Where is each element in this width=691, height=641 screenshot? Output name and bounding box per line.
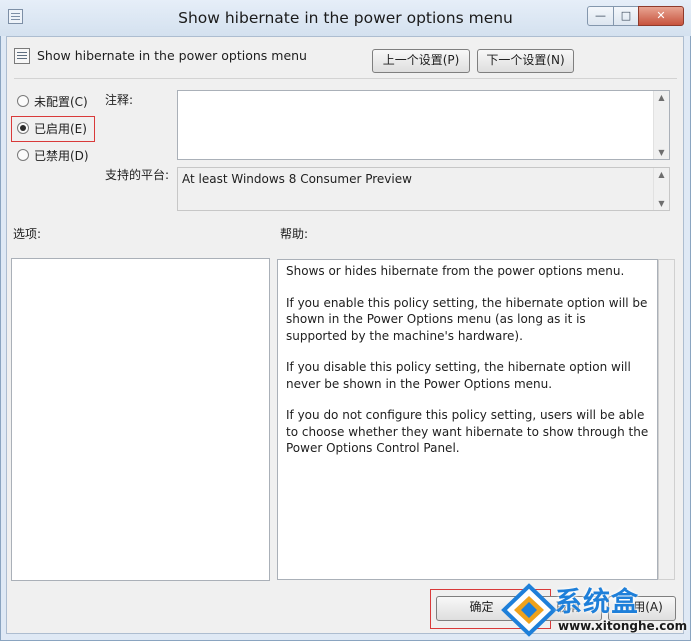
scroll-up-arrow-icon[interactable]: ▲ bbox=[654, 170, 669, 179]
radio-label: 未配置(C) bbox=[34, 94, 88, 109]
help-scrollbar[interactable] bbox=[658, 259, 675, 580]
radio-disabled[interactable]: 已禁用(D) bbox=[17, 145, 89, 165]
radio-button[interactable] bbox=[17, 149, 29, 161]
options-panel bbox=[11, 258, 270, 581]
enabled-highlight-box bbox=[11, 116, 95, 142]
header-divider bbox=[14, 78, 677, 79]
scroll-down-arrow-icon[interactable]: ▼ bbox=[654, 199, 669, 208]
help-label: 帮助: bbox=[280, 227, 309, 241]
platform-scrollbar[interactable]: ▲ ▼ bbox=[653, 168, 669, 210]
close-button[interactable]: ✕ bbox=[638, 6, 684, 26]
watermark-url: www.xitonghe.com bbox=[558, 619, 688, 633]
watermark-text: 系统盒 bbox=[555, 587, 639, 618]
maximize-button[interactable]: □ bbox=[613, 6, 639, 26]
supported-platform-box: At least Windows 8 Consumer Preview ▲ ▼ bbox=[177, 167, 670, 211]
radio-not-configured[interactable]: 未配置(C) bbox=[17, 91, 88, 111]
radio-button[interactable] bbox=[17, 95, 29, 107]
watermark-logo-icon bbox=[501, 583, 557, 637]
radio-label: 已禁用(D) bbox=[34, 148, 89, 163]
options-label: 选项: bbox=[13, 227, 42, 241]
help-text-panel: Shows or hides hibernate from the power … bbox=[277, 259, 658, 580]
policy-setting-icon bbox=[14, 48, 30, 64]
minimize-button[interactable]: — bbox=[587, 6, 614, 26]
comment-scrollbar[interactable]: ▲ ▼ bbox=[653, 91, 669, 159]
supported-platform-label: 支持的平台: bbox=[105, 168, 170, 182]
previous-setting-button[interactable]: 上一个设置(P) bbox=[372, 49, 470, 73]
supported-platform-value: At least Windows 8 Consumer Preview bbox=[182, 172, 412, 186]
comment-label: 注释: bbox=[105, 93, 134, 107]
scroll-down-arrow-icon[interactable]: ▼ bbox=[654, 148, 669, 157]
help-paragraph: If you do not configure this policy sett… bbox=[286, 408, 649, 455]
next-setting-button[interactable]: 下一个设置(N) bbox=[477, 49, 574, 73]
scroll-up-arrow-icon[interactable]: ▲ bbox=[654, 93, 669, 102]
setting-name: Show hibernate in the power options menu bbox=[37, 48, 307, 63]
help-paragraph: Shows or hides hibernate from the power … bbox=[286, 264, 625, 278]
comment-textbox[interactable]: ▲ ▼ bbox=[177, 90, 670, 160]
help-paragraph: If you disable this policy setting, the … bbox=[286, 360, 631, 391]
help-paragraph: If you enable this policy setting, the h… bbox=[286, 295, 648, 343]
